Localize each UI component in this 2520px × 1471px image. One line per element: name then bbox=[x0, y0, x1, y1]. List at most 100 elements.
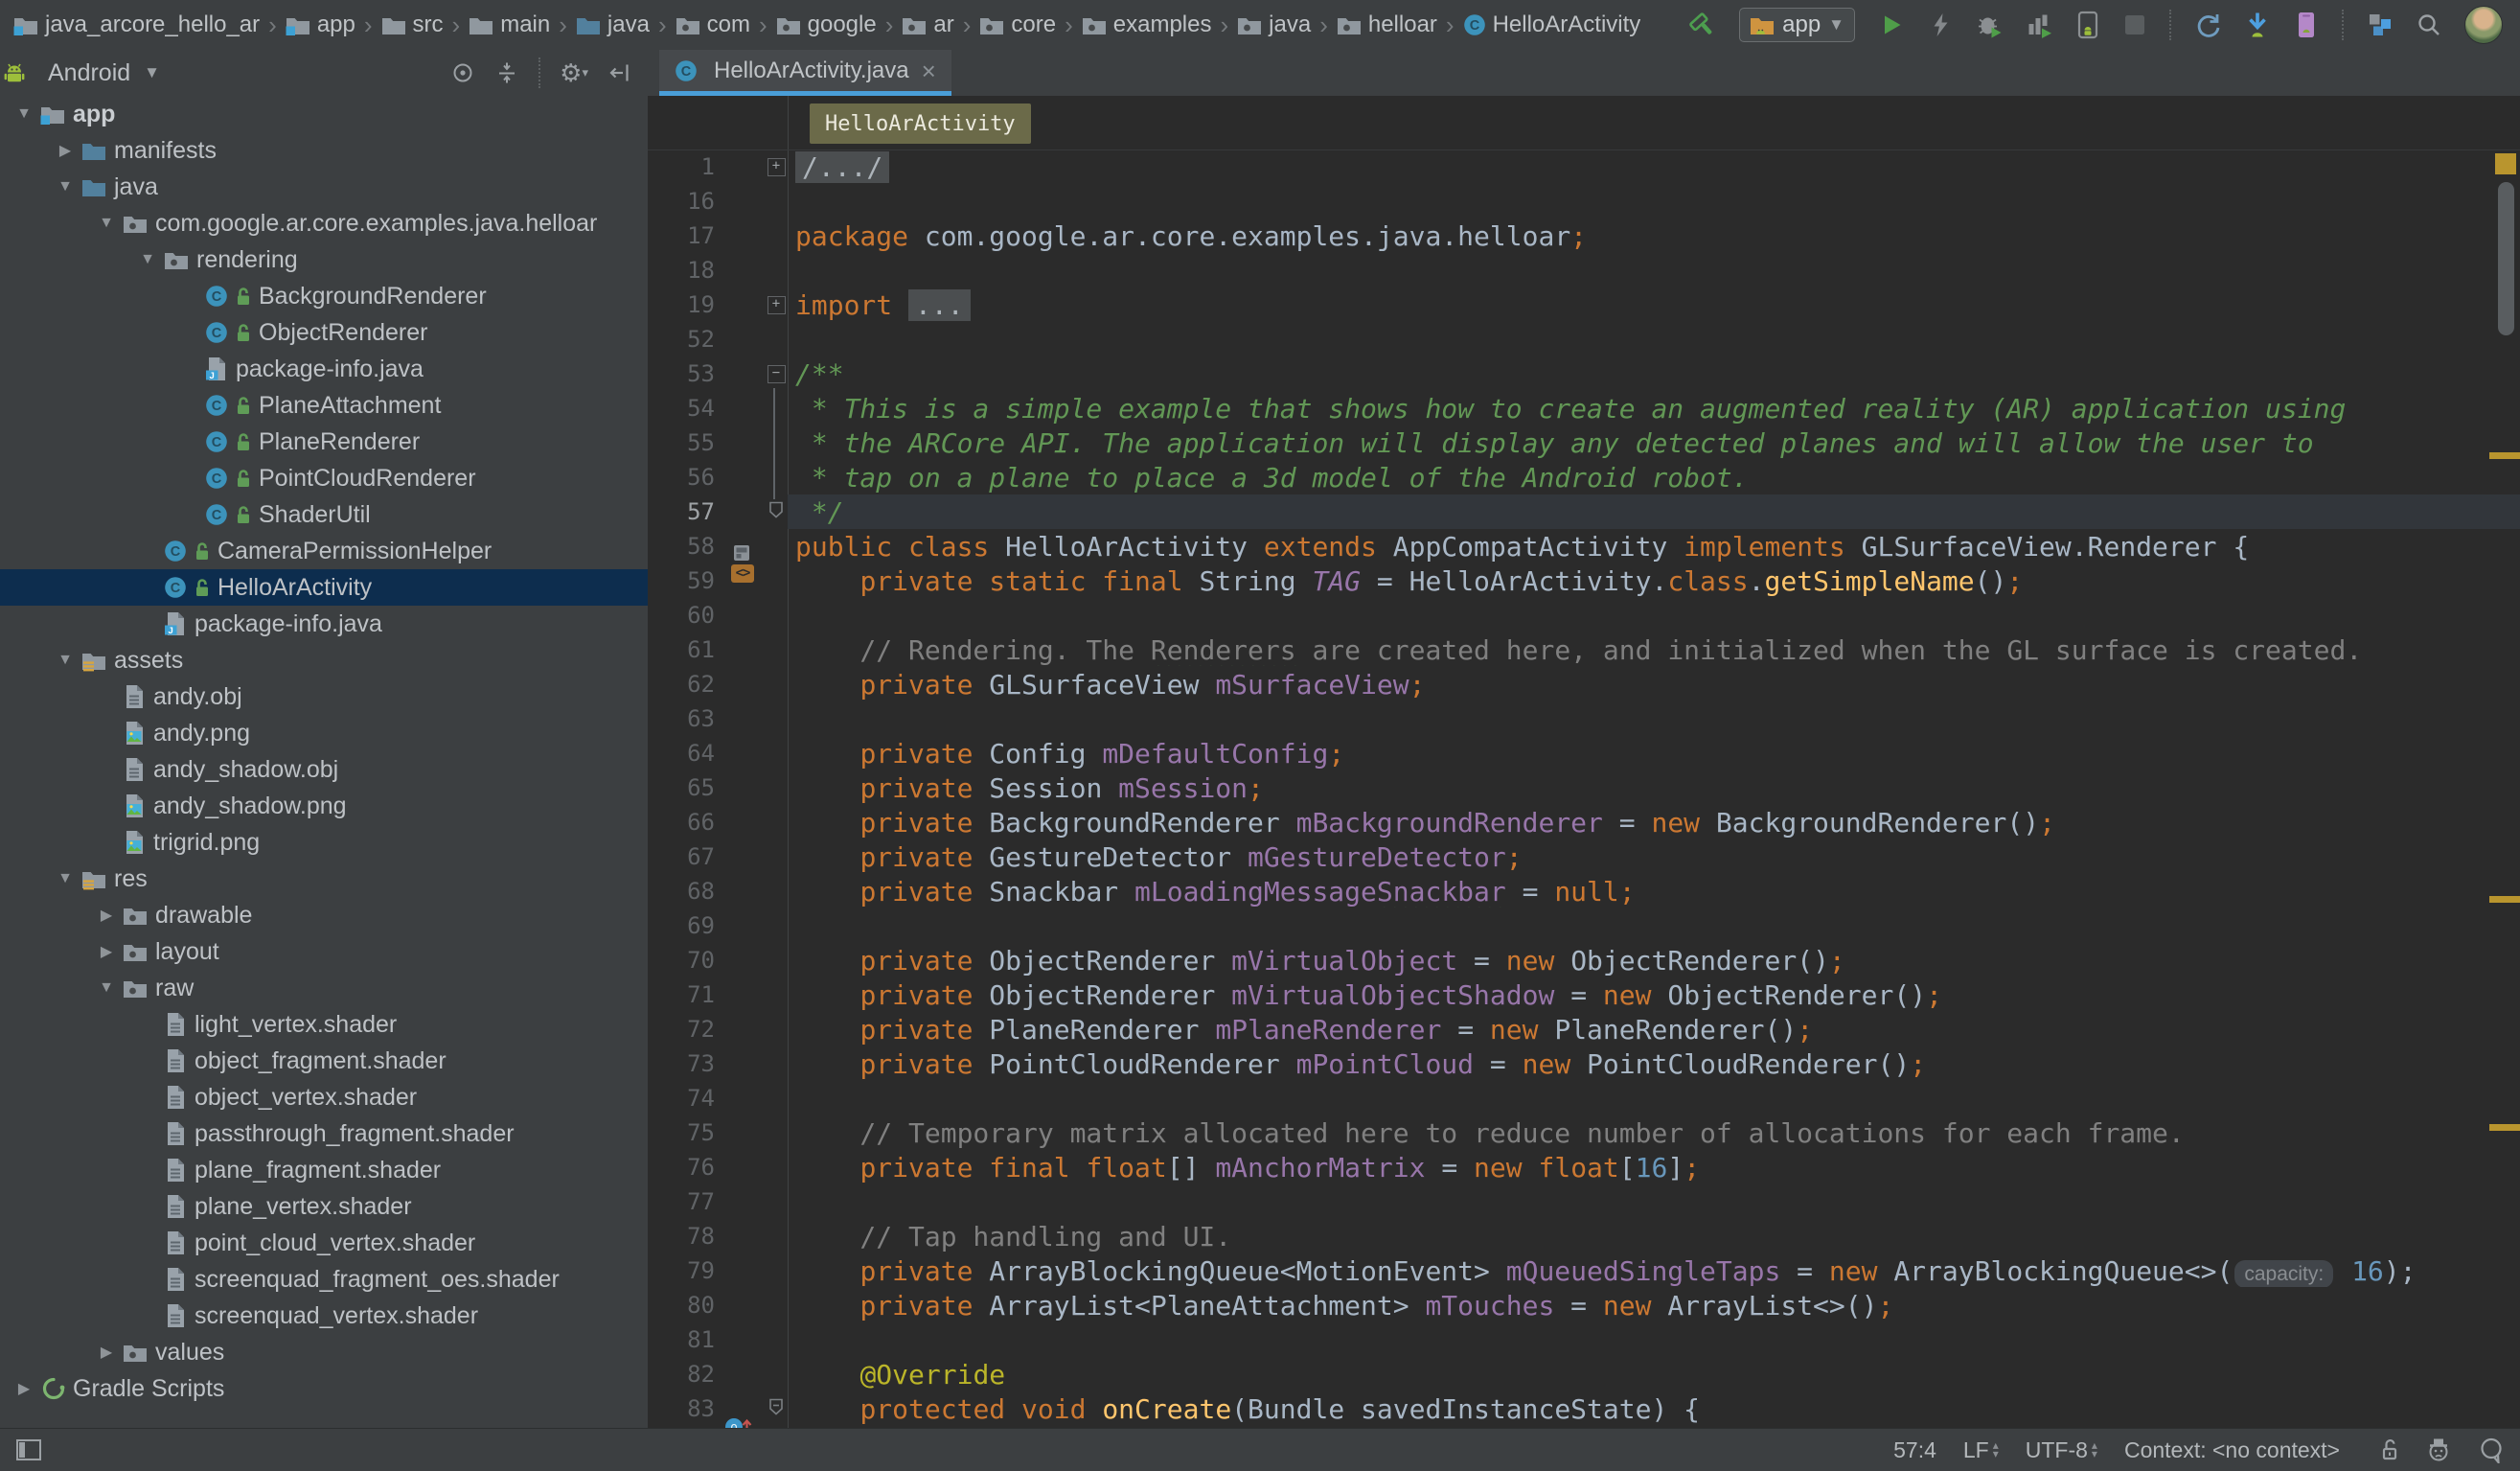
warning-stripe-mark[interactable] bbox=[2489, 896, 2520, 903]
breadcrumb-item[interactable]: src bbox=[381, 11, 444, 38]
code-line[interactable]: 56 * tap on a plane to place a 3d model … bbox=[648, 460, 2520, 494]
chevron-expanded-icon[interactable]: ▼ bbox=[90, 215, 123, 232]
stop-button[interactable] bbox=[2123, 13, 2146, 36]
apply-changes-button[interactable] bbox=[1928, 11, 1953, 38]
code-line[interactable]: 57 */ bbox=[648, 494, 2520, 529]
collapse-all-icon[interactable] bbox=[494, 60, 519, 85]
tree-item[interactable]: plane_fragment.shader bbox=[0, 1152, 648, 1188]
chevron-collapsed-icon[interactable]: ▶ bbox=[90, 1343, 123, 1362]
sdk-manager-button[interactable] bbox=[2244, 11, 2271, 39]
code-line[interactable]: 82 @Override bbox=[648, 1357, 2520, 1391]
code-line[interactable]: 73 private PointCloudRenderer mPointClou… bbox=[648, 1046, 2520, 1081]
code-line[interactable]: 52 bbox=[648, 322, 2520, 356]
code-text[interactable]: private static final String TAG = HelloA… bbox=[788, 565, 2520, 597]
tree-item[interactable]: ▼java bbox=[0, 169, 648, 205]
breadcrumb-item[interactable]: java bbox=[1237, 11, 1311, 38]
highlighting-level-icon[interactable] bbox=[2426, 1437, 2451, 1463]
code-text[interactable]: private ArrayBlockingQueue<MotionEvent> … bbox=[788, 1255, 2520, 1287]
code-text[interactable]: // Temporary matrix allocated here to re… bbox=[788, 1117, 2520, 1149]
breadcrumb-item[interactable]: examples bbox=[1082, 11, 1212, 38]
fold-collapse-icon[interactable] bbox=[767, 1397, 785, 1421]
chevron-collapsed-icon[interactable]: ▶ bbox=[49, 141, 81, 160]
breadcrumb-item[interactable]: main bbox=[469, 11, 550, 38]
code-line[interactable]: 72 private PlaneRenderer mPlaneRenderer … bbox=[648, 1012, 2520, 1046]
tree-item[interactable]: CPlaneRenderer bbox=[0, 424, 648, 460]
tree-item[interactable]: CShaderUtil bbox=[0, 496, 648, 533]
code-line[interactable]: 76 private final float[] mAnchorMatrix =… bbox=[648, 1150, 2520, 1184]
code-line[interactable]: 69 bbox=[648, 908, 2520, 943]
tree-item[interactable]: ▶layout bbox=[0, 933, 648, 970]
code-line[interactable]: 78 // Tap handling and UI. bbox=[648, 1219, 2520, 1253]
search-everywhere-button[interactable] bbox=[2417, 12, 2441, 37]
hide-panel-icon[interactable] bbox=[607, 60, 632, 85]
build-hammer-button[interactable] bbox=[1687, 11, 1716, 39]
breadcrumb-item[interactable]: ar bbox=[902, 11, 953, 38]
tree-item[interactable]: andy.png bbox=[0, 715, 648, 751]
code-text[interactable]: protected void onCreate(Bundle savedInst… bbox=[788, 1393, 2520, 1425]
chevron-expanded-icon[interactable]: ▼ bbox=[49, 652, 81, 669]
gear-icon[interactable]: ⚙▾ bbox=[560, 60, 588, 85]
fold-collapse-icon[interactable]: − bbox=[767, 365, 786, 383]
caret-position[interactable]: 57:4 bbox=[1893, 1437, 1936, 1463]
tree-item[interactable]: point_cloud_vertex.shader bbox=[0, 1225, 648, 1261]
tree-item[interactable]: ▼res bbox=[0, 861, 648, 897]
tree-item[interactable]: andy_shadow.png bbox=[0, 788, 648, 824]
line-separator-selector[interactable]: LF▴▾ bbox=[1963, 1437, 1999, 1463]
chevron-expanded-icon[interactable]: ▼ bbox=[49, 870, 81, 887]
code-line[interactable]: 61 // Rendering. The Renderers are creat… bbox=[648, 632, 2520, 667]
code-line[interactable]: 64 private Config mDefaultConfig; bbox=[648, 736, 2520, 770]
code-line[interactable]: 18 bbox=[648, 253, 2520, 287]
code-text[interactable]: /.../ bbox=[788, 151, 2520, 183]
code-line[interactable]: 68 private Snackbar mLoadingMessageSnack… bbox=[648, 874, 2520, 908]
code-line[interactable]: 70 private ObjectRenderer mVirtualObject… bbox=[648, 943, 2520, 977]
code-text[interactable]: private ObjectRenderer mVirtualObject = … bbox=[788, 945, 2520, 977]
warning-stripe-mark[interactable] bbox=[2489, 1124, 2520, 1131]
code-text[interactable]: import ... bbox=[788, 289, 2520, 321]
code-text[interactable]: private PlaneRenderer mPlaneRenderer = n… bbox=[788, 1014, 2520, 1046]
debug-button[interactable] bbox=[1976, 11, 2003, 38]
code-text[interactable]: private BackgroundRenderer mBackgroundRe… bbox=[788, 807, 2520, 839]
code-text[interactable]: private GestureDetector mGestureDetector… bbox=[788, 841, 2520, 873]
code-text[interactable]: public class HelloArActivity extends App… bbox=[788, 531, 2520, 563]
editor-scrollbar-thumb[interactable] bbox=[2498, 182, 2514, 335]
tree-item[interactable]: screenquad_vertex.shader bbox=[0, 1298, 648, 1334]
tree-item[interactable]: object_vertex.shader bbox=[0, 1079, 648, 1115]
code-line[interactable]: 63 bbox=[648, 701, 2520, 736]
override-method-icon[interactable]: o bbox=[724, 1414, 753, 1428]
breadcrumb-item[interactable]: google bbox=[776, 11, 877, 38]
go-to-xml-icon[interactable]: <> bbox=[731, 564, 754, 583]
chevron-collapsed-icon[interactable]: ▶ bbox=[90, 906, 123, 925]
tree-item[interactable]: ▼app bbox=[0, 96, 648, 132]
code-line[interactable]: 83o protected void onCreate(Bundle saved… bbox=[648, 1391, 2520, 1426]
breadcrumb-item[interactable]: com bbox=[676, 11, 750, 38]
code-text[interactable]: // Rendering. The Renderers are created … bbox=[788, 634, 2520, 666]
tree-item[interactable]: plane_vertex.shader bbox=[0, 1188, 648, 1225]
run-button[interactable] bbox=[1878, 11, 1905, 38]
chevron-expanded-icon[interactable]: ▼ bbox=[90, 979, 123, 997]
tab-helloaractivity[interactable]: C HelloArActivity.java × bbox=[659, 50, 951, 96]
tree-item[interactable]: ▶drawable bbox=[0, 897, 648, 933]
tree-item[interactable]: ▶values bbox=[0, 1334, 648, 1370]
tree-item[interactable]: ▼com.google.ar.core.examples.java.helloa… bbox=[0, 205, 648, 241]
warning-stripe-mark[interactable] bbox=[2489, 452, 2520, 459]
project-view-selector[interactable]: Android bbox=[48, 59, 130, 87]
user-avatar[interactable] bbox=[2464, 6, 2503, 44]
fold-expand-icon[interactable]: + bbox=[767, 296, 786, 314]
tree-item[interactable]: ▼raw bbox=[0, 970, 648, 1006]
tree-item[interactable]: Jpackage-info.java bbox=[0, 351, 648, 387]
code-line[interactable]: 79 private ArrayBlockingQueue<MotionEven… bbox=[648, 1253, 2520, 1288]
tree-item[interactable]: CPlaneAttachment bbox=[0, 387, 648, 424]
tree-item[interactable]: light_vertex.shader bbox=[0, 1006, 648, 1043]
code-text[interactable]: private PointCloudRenderer mPointCloud =… bbox=[788, 1048, 2520, 1080]
code-text[interactable]: private final float[] mAnchorMatrix = ne… bbox=[788, 1152, 2520, 1184]
tree-item[interactable]: trigrid.png bbox=[0, 824, 648, 861]
breadcrumb-item[interactable]: core bbox=[979, 11, 1056, 38]
fold-end-icon[interactable] bbox=[767, 500, 785, 524]
breadcrumb-item[interactable]: helloar bbox=[1337, 11, 1437, 38]
breadcrumb-item[interactable]: java_arcore_hello_ar bbox=[13, 11, 260, 38]
code-text[interactable]: * tap on a plane to place a 3d model of … bbox=[788, 462, 2520, 494]
tree-item[interactable]: ▼assets bbox=[0, 642, 648, 678]
code-line[interactable]: 55 * the ARCore API. The application wil… bbox=[648, 425, 2520, 460]
code-line[interactable]: 60 bbox=[648, 598, 2520, 632]
code-line[interactable]: 71 private ObjectRenderer mVirtualObject… bbox=[648, 977, 2520, 1012]
